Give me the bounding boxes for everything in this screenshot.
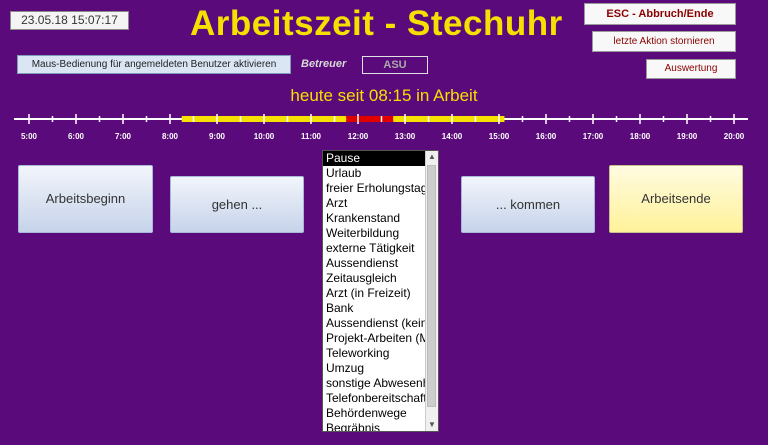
list-item[interactable]: Weiterbildung bbox=[323, 226, 427, 241]
list-item[interactable]: Bank bbox=[323, 301, 427, 316]
timeline-segment-work bbox=[393, 116, 505, 122]
absence-reason-listbox[interactable]: Pause Urlaub freier Erholungstag Arzt Kranke… bbox=[322, 150, 439, 432]
list-item[interactable]: Aussendienst bbox=[323, 256, 427, 271]
list-item[interactable]: Arzt (in Freizeit) bbox=[323, 286, 427, 301]
list-item[interactable]: Urlaub bbox=[323, 166, 427, 181]
asu-button[interactable]: ASU bbox=[362, 56, 428, 74]
list-item[interactable]: Behördenwege bbox=[323, 406, 427, 421]
list-item[interactable]: Umzug bbox=[323, 361, 427, 376]
work-end-button[interactable]: Arbeitsende bbox=[609, 165, 743, 233]
timeline-tick-label: 8:00 bbox=[162, 132, 179, 141]
page-title: Arbeitszeit - Stechuhr bbox=[190, 4, 563, 43]
timeline-tick-label: 15:00 bbox=[489, 132, 510, 141]
timeline-tick-label: 18:00 bbox=[630, 132, 651, 141]
scroll-down-icon[interactable]: ▼ bbox=[426, 419, 438, 431]
timeline-tick-label: 14:00 bbox=[442, 132, 463, 141]
list-item[interactable]: Telefonbereitschaft bbox=[323, 391, 427, 406]
timeline-tick-label: 13:00 bbox=[395, 132, 416, 141]
absence-reason-list[interactable]: Pause Urlaub freier Erholungstag Arzt Kranke… bbox=[323, 151, 427, 431]
timeline-tick-label: 20:00 bbox=[724, 132, 745, 141]
return-button[interactable]: ... kommen bbox=[461, 176, 595, 233]
work-timeline: 5:00 6:00 7:00 8:00 9:00 10:00 11:00 12:00 13:00… bbox=[14, 114, 748, 141]
list-item[interactable]: sonstige Abwesenh bbox=[323, 376, 427, 391]
list-item[interactable]: Begräbnis bbox=[323, 421, 427, 431]
scrollbar-thumb[interactable] bbox=[427, 165, 436, 407]
scroll-up-icon[interactable]: ▲ bbox=[426, 151, 438, 163]
timeline-tick-label: 12:00 bbox=[348, 132, 369, 141]
listbox-scrollbar[interactable]: ▲ ▼ bbox=[425, 151, 438, 431]
evaluation-button[interactable]: Auswertung bbox=[646, 59, 736, 79]
timeline-tick-label: 19:00 bbox=[677, 132, 698, 141]
betreuer-label: Betreuer bbox=[301, 58, 347, 70]
timeline-segment-break bbox=[346, 116, 394, 122]
timeline-tick-label: 5:00 bbox=[21, 132, 38, 141]
list-item[interactable]: Zeitausgleich bbox=[323, 271, 427, 286]
list-item[interactable]: Pause bbox=[323, 151, 427, 166]
work-status-text: heute seit 08:15 in Arbeit bbox=[290, 86, 478, 105]
list-item[interactable]: Teleworking bbox=[323, 346, 427, 361]
list-item[interactable]: freier Erholungstag bbox=[323, 181, 427, 196]
datetime-display: 23.05.18 15:07:17 bbox=[10, 11, 129, 30]
leave-button[interactable]: gehen ... bbox=[170, 176, 304, 233]
list-item[interactable]: Projekt-Arbeiten (M bbox=[323, 331, 427, 346]
list-item[interactable]: Aussendienst (kein bbox=[323, 316, 427, 331]
timeline-tick-label: 10:00 bbox=[254, 132, 275, 141]
list-item[interactable]: Krankenstand bbox=[323, 211, 427, 226]
timeline-tick-label: 7:00 bbox=[115, 132, 132, 141]
undo-last-action-button[interactable]: letzte Aktion stornieren bbox=[592, 31, 736, 52]
list-item[interactable]: externe Tätigkeit bbox=[323, 241, 427, 256]
timeline-tick-label: 11:00 bbox=[301, 132, 322, 141]
activate-mouse-mode-button[interactable]: Maus-Bedienung für angemeldeten Benutzer… bbox=[17, 55, 291, 74]
list-item[interactable]: Arzt bbox=[323, 196, 427, 211]
timeline-tick-label: 16:00 bbox=[536, 132, 557, 141]
timeline-tick-label: 17:00 bbox=[583, 132, 604, 141]
work-start-button[interactable]: Arbeitsbeginn bbox=[18, 165, 153, 233]
timeline-tick-label: 9:00 bbox=[209, 132, 226, 141]
escape-button[interactable]: ESC - Abbruch/Ende bbox=[584, 3, 736, 25]
timeline-tick-label: 6:00 bbox=[68, 132, 85, 141]
